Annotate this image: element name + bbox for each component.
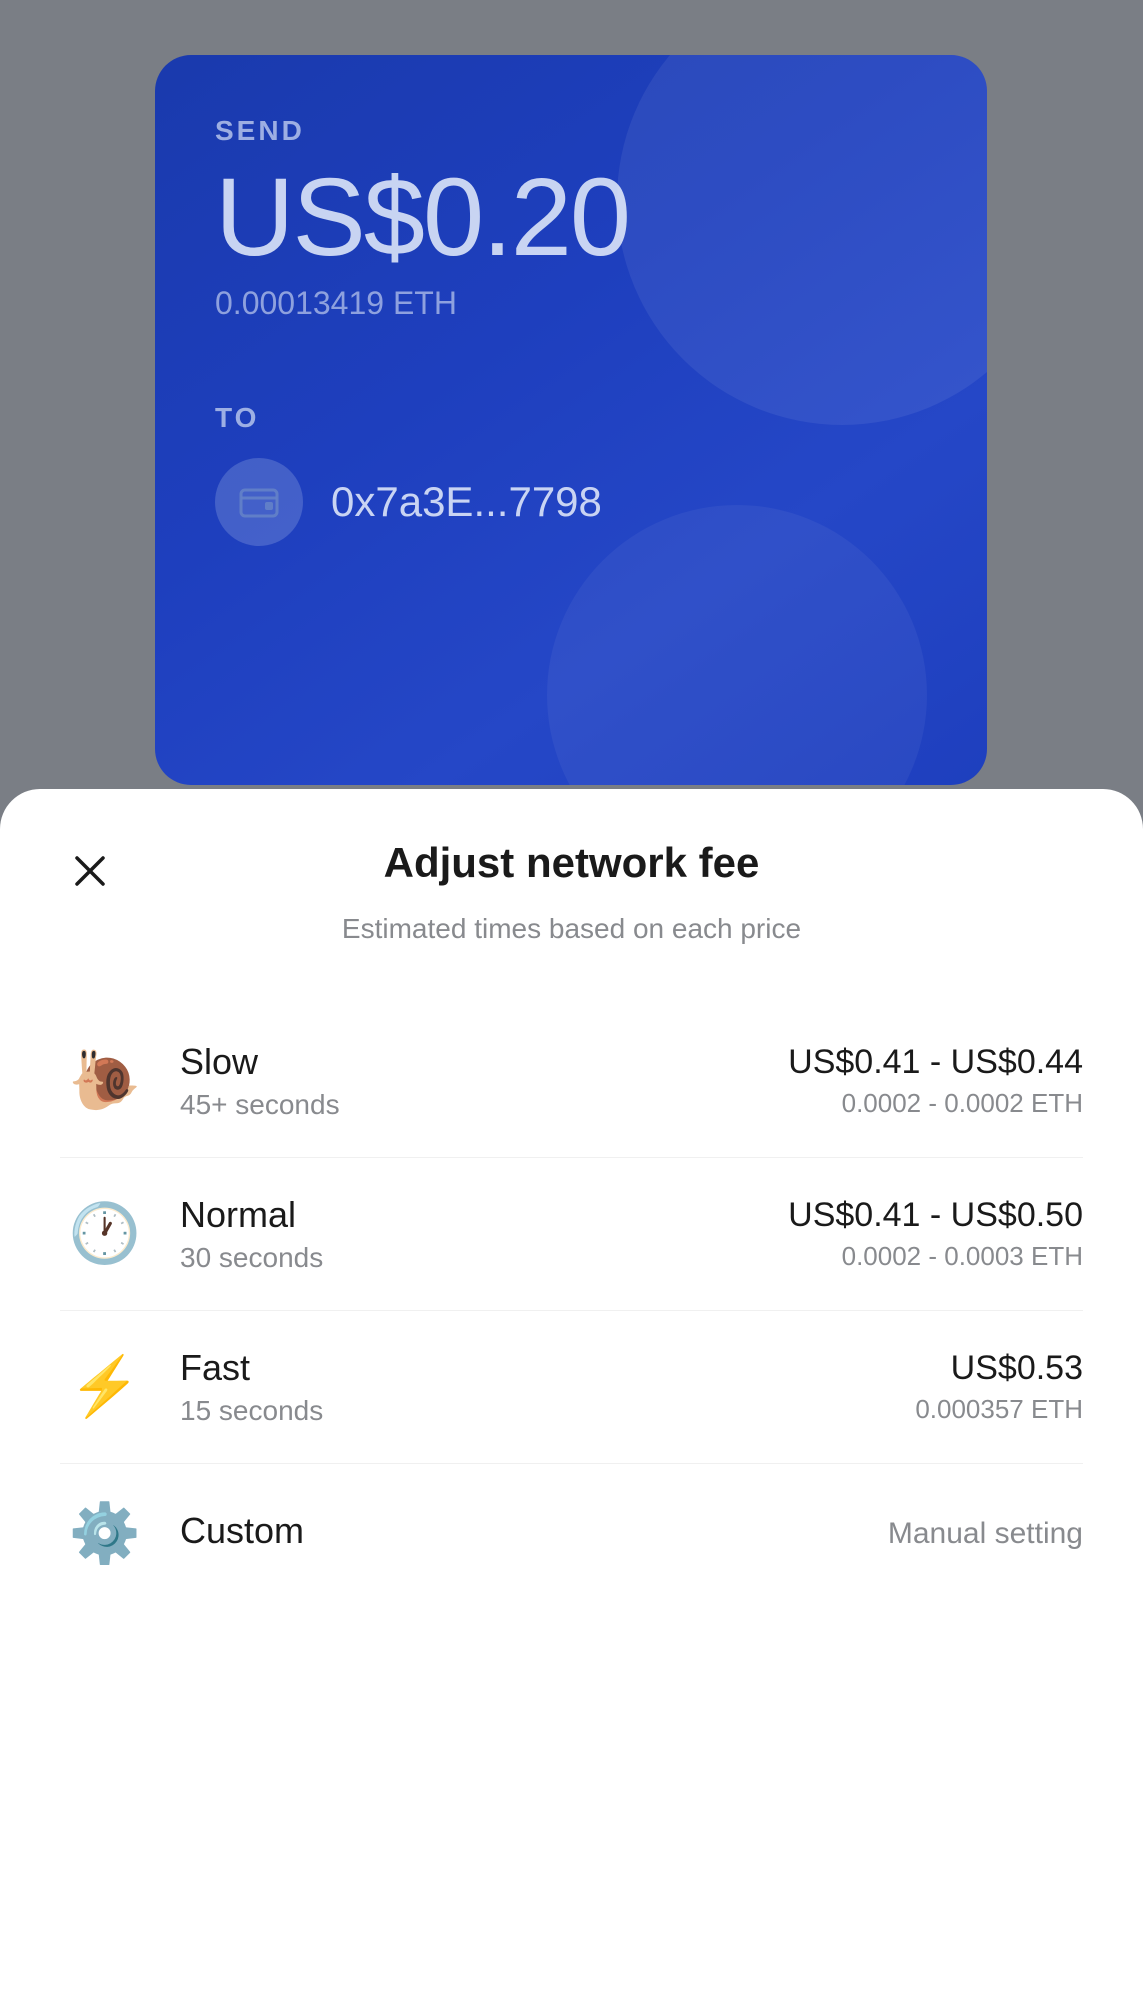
send-card: SEND US$0.20 0.00013419 ETH TO 0x7a3E...… bbox=[155, 55, 987, 785]
fee-emoji-custom: ⚙️ bbox=[60, 1500, 150, 1568]
to-label: TO bbox=[215, 402, 927, 434]
close-icon bbox=[71, 852, 109, 890]
fee-name-slow: Slow bbox=[180, 1041, 788, 1083]
sheet-header: Adjust network fee bbox=[60, 839, 1083, 901]
fee-time-normal: 30 seconds bbox=[180, 1242, 788, 1274]
fee-eth-normal: 0.0002 - 0.0003 ETH bbox=[788, 1241, 1083, 1272]
fee-eth-fast: 0.000357 ETH bbox=[915, 1394, 1083, 1425]
fee-info-normal: Normal 30 seconds bbox=[180, 1194, 788, 1274]
fee-usd-slow: US$0.41 - US$0.44 bbox=[788, 1043, 1083, 1082]
fee-option-custom[interactable]: ⚙️ Custom Manual setting bbox=[60, 1464, 1083, 1604]
send-label: SEND bbox=[215, 115, 927, 147]
fee-name-normal: Normal bbox=[180, 1194, 788, 1236]
fee-name-custom: Custom bbox=[180, 1510, 888, 1552]
fee-price-fast: US$0.53 0.000357 ETH bbox=[915, 1349, 1083, 1425]
recipient-address: 0x7a3E...7798 bbox=[331, 478, 602, 526]
fee-option-fast[interactable]: ⚡ Fast 15 seconds US$0.53 0.000357 ETH bbox=[60, 1311, 1083, 1464]
fee-price-slow: US$0.41 - US$0.44 0.0002 - 0.0002 ETH bbox=[788, 1043, 1083, 1119]
close-button[interactable] bbox=[60, 841, 120, 901]
fee-info-custom: Custom bbox=[180, 1510, 888, 1558]
fee-name-fast: Fast bbox=[180, 1347, 915, 1389]
send-eth-amount: 0.00013419 ETH bbox=[215, 285, 927, 322]
fee-info-slow: Slow 45+ seconds bbox=[180, 1041, 788, 1121]
fee-price-custom: Manual setting bbox=[888, 1517, 1083, 1551]
bottom-sheet: Adjust network fee Estimated times based… bbox=[0, 789, 1143, 1999]
fee-emoji-normal: 🕐 bbox=[60, 1200, 150, 1268]
fee-usd-normal: US$0.41 - US$0.50 bbox=[788, 1196, 1083, 1235]
fee-option-normal[interactable]: 🕐 Normal 30 seconds US$0.41 - US$0.50 0.… bbox=[60, 1158, 1083, 1311]
fee-options-list: 🐌 Slow 45+ seconds US$0.41 - US$0.44 0.0… bbox=[60, 1005, 1083, 1604]
send-amount: US$0.20 bbox=[215, 163, 927, 273]
fee-option-slow[interactable]: 🐌 Slow 45+ seconds US$0.41 - US$0.44 0.0… bbox=[60, 1005, 1083, 1158]
fee-price-normal: US$0.41 - US$0.50 0.0002 - 0.0003 ETH bbox=[788, 1196, 1083, 1272]
fee-time-slow: 45+ seconds bbox=[180, 1089, 788, 1121]
fee-info-fast: Fast 15 seconds bbox=[180, 1347, 915, 1427]
fee-time-fast: 15 seconds bbox=[180, 1395, 915, 1427]
fee-emoji-fast: ⚡ bbox=[60, 1353, 150, 1421]
wallet-icon-circle bbox=[215, 458, 303, 546]
fee-emoji-slow: 🐌 bbox=[60, 1047, 150, 1115]
fee-manual-label: Manual setting bbox=[888, 1517, 1083, 1551]
fee-usd-fast: US$0.53 bbox=[915, 1349, 1083, 1388]
fee-eth-slow: 0.0002 - 0.0002 ETH bbox=[788, 1088, 1083, 1119]
sheet-title: Adjust network fee bbox=[120, 839, 1083, 887]
wallet-icon bbox=[237, 480, 281, 524]
sheet-subtitle: Estimated times based on each price bbox=[60, 913, 1083, 945]
to-address-row: 0x7a3E...7798 bbox=[215, 458, 927, 546]
